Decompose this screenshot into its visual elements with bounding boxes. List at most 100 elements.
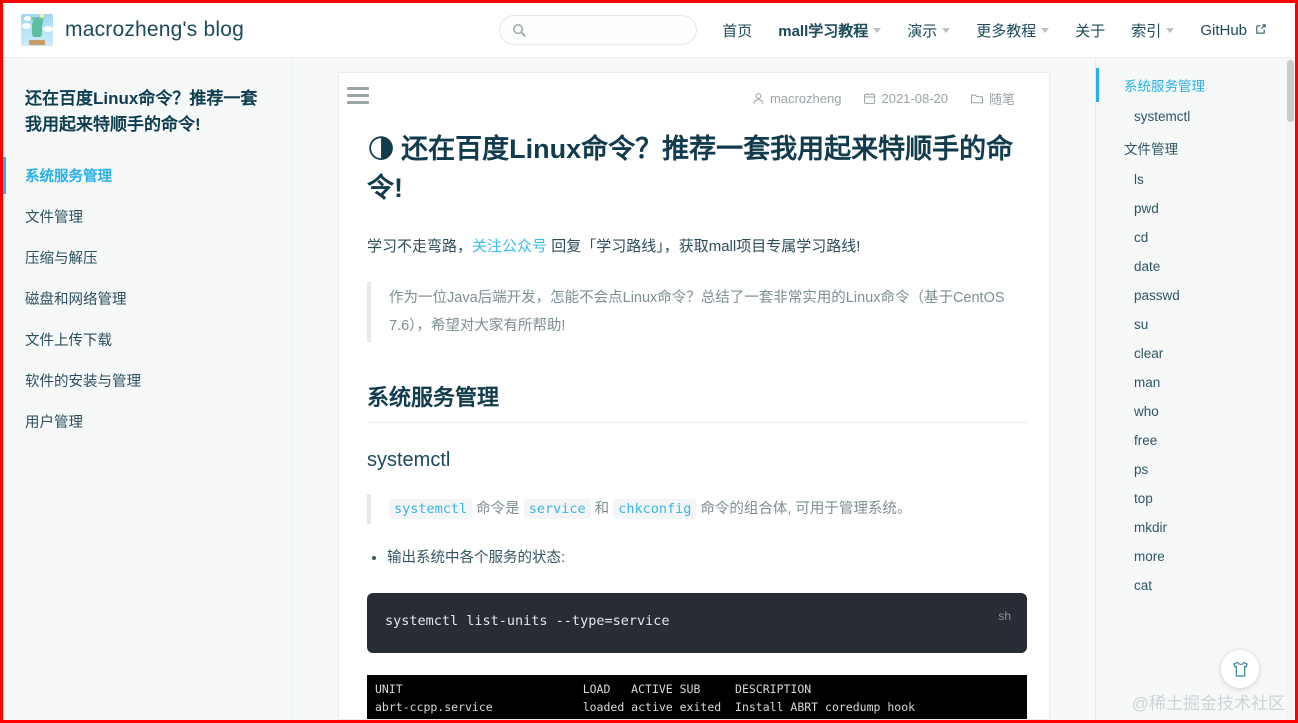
page-root: macrozheng's blog 首页 mall学习教程 演示 更多教程 关于…: [3, 3, 1295, 720]
top-navbar: macrozheng's blog 首页 mall学习教程 演示 更多教程 关于…: [3, 3, 1295, 58]
terminal-text: UNIT LOAD ACTIVE SUB DESCRIPTION abrt-cc…: [375, 682, 916, 719]
meta-date: 2021-08-20: [863, 91, 948, 106]
nav-item-home[interactable]: 首页: [709, 20, 765, 41]
toc-item-systemctl[interactable]: systemctl: [1096, 102, 1295, 131]
bullet-list: 输出系统中各个服务的状态:: [367, 546, 1027, 571]
external-link-icon: [1255, 22, 1266, 39]
code-content: systemctl list-units --type=service: [385, 613, 670, 630]
toc-sidebar: 系统服务管理 systemctl 文件管理 ls pwd cd date pas…: [1095, 58, 1295, 720]
sidebar-page-title: 还在百度Linux命令？推荐一套我用起来特顺手的命令!: [25, 89, 258, 135]
search-box[interactable]: [499, 15, 698, 45]
nav-label: mall学习教程: [778, 22, 869, 40]
page-scrollbar[interactable]: [1286, 58, 1295, 720]
chevron-down-icon: [942, 27, 951, 33]
post-date: 2021-08-20: [881, 91, 948, 106]
body-row: 还在百度Linux命令？推荐一套我用起来特顺手的命令! 系统服务管理 文件管理 …: [3, 58, 1295, 720]
search-input[interactable]: [534, 21, 685, 39]
calendar-icon: [864, 93, 876, 104]
nav-label: 首页: [722, 22, 753, 40]
inline-code-chkconfig: chkconfig: [613, 499, 697, 520]
folder-icon: [970, 94, 983, 104]
toc-item-ls[interactable]: ls: [1096, 165, 1295, 194]
note-text-2: 和: [590, 501, 614, 518]
toc-item-pwd[interactable]: pwd: [1096, 194, 1295, 223]
toc-item-free[interactable]: free: [1096, 426, 1295, 455]
sidebar-item-compression[interactable]: 压缩与解压: [3, 237, 292, 278]
nav-item-index[interactable]: 索引: [1118, 20, 1187, 41]
toc-item-ps[interactable]: ps: [1096, 455, 1295, 484]
sidebar-item-system-service[interactable]: 系统服务管理: [3, 155, 292, 196]
intro-before: 学习不走弯路，: [367, 238, 473, 256]
list-item: 输出系统中各个服务的状态:: [387, 546, 1027, 571]
article-meta: macrozheng 2021-08-20 随笔: [361, 89, 1027, 108]
brand[interactable]: macrozheng's blog: [21, 14, 244, 46]
toc-item-more[interactable]: more: [1096, 542, 1295, 571]
sub-heading-systemctl: systemctl: [367, 449, 451, 472]
meta-author: macrozheng: [752, 91, 842, 106]
post-title-text: 还在百度Linux命令？推荐一套我用起来特顺手的命令!: [367, 134, 1014, 204]
nav-item-about[interactable]: 关于: [1062, 20, 1118, 41]
toc-item-file-management[interactable]: 文件管理: [1096, 131, 1295, 165]
toc-item-mkdir[interactable]: mkdir: [1096, 513, 1295, 542]
sidebar-item-software-install[interactable]: 软件的安装与管理: [3, 360, 292, 401]
sidebar-item-file-transfer[interactable]: 文件上传下载: [3, 319, 292, 360]
code-block[interactable]: sh systemctl list-units --type=service: [367, 593, 1027, 654]
toc-item-cd[interactable]: cd: [1096, 223, 1295, 252]
page-title: 🌗 还在百度Linux命令？推荐一套我用起来特顺手的命令!: [367, 130, 1027, 208]
sidebar-item-disk-network[interactable]: 磁盘和网络管理: [3, 278, 292, 319]
inline-code-service: service: [523, 499, 591, 520]
toc-item-cat[interactable]: cat: [1096, 571, 1295, 600]
toc-item-date[interactable]: date: [1096, 252, 1295, 281]
inline-code-systemctl: systemctl: [389, 499, 473, 520]
nav-label: 索引: [1131, 22, 1162, 40]
intro-paragraph: 学习不走弯路，关注公众号 回复「学习路线」，获取mall项目专属学习路线!: [367, 234, 1027, 260]
nav-label: 演示: [907, 22, 938, 40]
center-column: macrozheng 2021-08-20 随笔 🌗 还在百度Linux命令？推…: [293, 58, 1095, 720]
nav-links: 首页 mall学习教程 演示 更多教程 关于 索引 GitHub: [709, 20, 1279, 41]
nav-item-demo[interactable]: 演示: [894, 20, 963, 41]
nav-label: 关于: [1075, 22, 1106, 40]
tshirt-glyph-icon: [1232, 661, 1248, 677]
toc-item-system-service[interactable]: 系统服务管理: [1096, 68, 1295, 102]
nav-item-github[interactable]: GitHub: [1187, 22, 1279, 39]
user-icon: [753, 93, 764, 104]
toc-item-who[interactable]: who: [1096, 397, 1295, 426]
category-name: 随笔: [988, 92, 1015, 107]
note-text-3: 命令的组合体, 可用于管理系统。: [696, 501, 912, 518]
toc-item-su[interactable]: su: [1096, 310, 1295, 339]
statue-of-liberty-logo: [21, 14, 53, 46]
toc-item-passwd[interactable]: passwd: [1096, 281, 1295, 310]
search-icon: [513, 23, 527, 37]
sidebar-item-user-management[interactable]: 用户管理: [3, 401, 292, 442]
tshirt-icon[interactable]: [1221, 650, 1259, 688]
left-sidebar: 还在百度Linux命令？推荐一套我用起来特顺手的命令! 系统服务管理 文件管理 …: [3, 58, 293, 720]
wechat-link[interactable]: 关注公众号: [472, 238, 547, 255]
toc-item-man[interactable]: man: [1096, 368, 1295, 397]
author-name: macrozheng: [769, 91, 842, 106]
sidebar-item-file-management[interactable]: 文件管理: [3, 196, 292, 237]
chevron-down-icon: [873, 27, 882, 33]
toc-item-top[interactable]: top: [1096, 484, 1295, 513]
meta-category[interactable]: 随笔: [970, 89, 1015, 108]
quote-text: 作为一位Java后端开发，怎能不会点Linux命令？总结了一套非常实用的Linu…: [389, 289, 1005, 335]
nav-label: 更多教程: [976, 22, 1037, 40]
section-heading-system-service: 系统服务管理: [367, 380, 1027, 424]
code-language-label: sh: [998, 609, 1011, 624]
chevron-down-icon: [1166, 27, 1175, 33]
intro-after: 回复「学习路线」，获取mall项目专属学习路线!: [547, 238, 861, 256]
brand-title: macrozheng's blog: [65, 18, 245, 41]
nav-label: GitHub: [1200, 21, 1247, 39]
hamburger-menu-icon[interactable]: [347, 87, 369, 108]
terminal-output-image: UNIT LOAD ACTIVE SUB DESCRIPTION abrt-cc…: [367, 675, 1027, 719]
moon-emoji-icon: 🌗: [367, 134, 396, 164]
systemctl-note: systemctl 命令是 service 和 chkconfig 命令的组合体…: [367, 494, 1027, 525]
article-card: macrozheng 2021-08-20 随笔 🌗 还在百度Linux命令？推…: [338, 72, 1050, 720]
scrollbar-thumb[interactable]: [1287, 60, 1294, 122]
nav-item-mall-tutorial[interactable]: mall学习教程: [765, 20, 894, 41]
search-container: [499, 15, 698, 45]
toc-item-clear[interactable]: clear: [1096, 339, 1295, 368]
sidebar-nav-list: 系统服务管理 文件管理 压缩与解压 磁盘和网络管理 文件上传下载 软件的安装与管…: [3, 155, 292, 442]
note-text-1: 命令是: [472, 501, 524, 518]
nav-item-more-tutorials[interactable]: 更多教程: [963, 20, 1062, 41]
chevron-down-icon: [1041, 27, 1050, 33]
